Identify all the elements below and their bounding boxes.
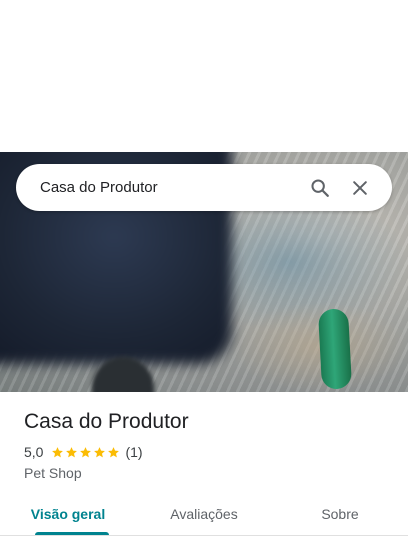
tab-bar: Visão geral Avaliações Sobre (0, 496, 408, 536)
rating-row[interactable]: 5,0 (1) (24, 444, 143, 460)
photo-detail (317, 308, 353, 390)
search-button[interactable] (300, 168, 340, 208)
search-icon (311, 178, 329, 197)
star-icon (80, 446, 92, 457)
tab-reviews[interactable]: Avaliações (136, 496, 272, 536)
star-icon (52, 446, 64, 457)
search-bar[interactable]: Casa do Produtor (16, 164, 392, 211)
star-icon (94, 446, 106, 457)
rating-value: 5,0 (24, 444, 44, 460)
star-icon (108, 446, 120, 457)
tab-about[interactable]: Sobre (272, 496, 408, 536)
tab-divider (0, 535, 408, 536)
place-category[interactable]: Pet Shop (24, 465, 82, 481)
close-icon (353, 180, 367, 195)
search-input[interactable]: Casa do Produtor (40, 179, 300, 196)
place-name: Casa do Produtor (24, 410, 189, 433)
blank-area (0, 0, 408, 152)
tab-overview[interactable]: Visão geral (0, 496, 136, 536)
close-button[interactable] (340, 168, 380, 208)
star-icon (66, 446, 78, 457)
review-count[interactable]: (1) (125, 444, 142, 460)
rating-stars (51, 446, 121, 459)
